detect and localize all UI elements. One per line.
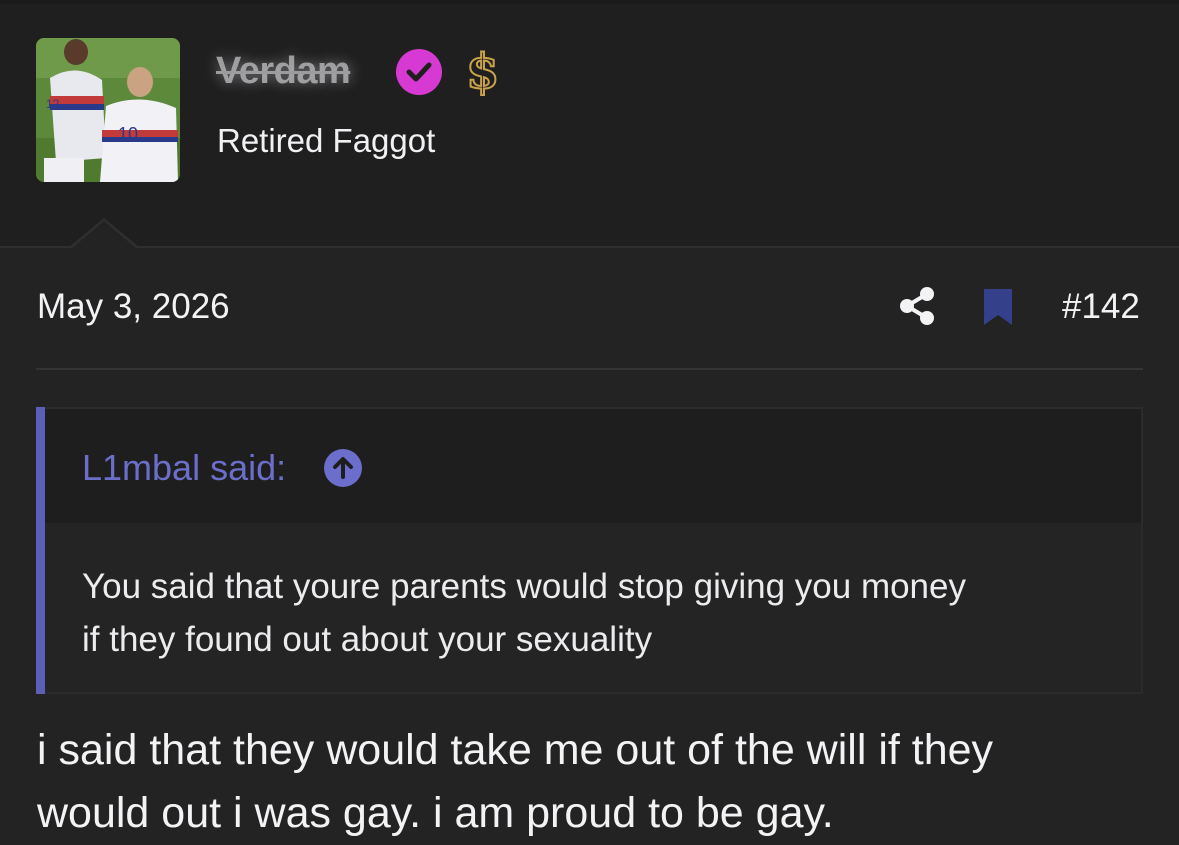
jump-to-quote-icon[interactable] [324,449,362,487]
message-line: i said that they would take me out of th… [37,726,994,774]
post-date[interactable]: May 3, 2026 [37,287,230,327]
quote-text: You said that youre parents would stop g… [82,560,1122,666]
svg-text:12: 12 [46,97,60,111]
message-line: would out i was gay. i am proud to be ga… [37,789,834,837]
meta-divider [36,368,1143,370]
share-icon[interactable] [898,286,936,326]
quote-line: You said that youre parents would stop g… [82,567,966,606]
verified-check-icon [396,49,442,95]
username[interactable]: Verdam [216,50,351,93]
header-pointer-fill [71,221,137,249]
quote-line: if they found out about your sexuality [82,620,653,659]
user-title: Retired Faggot [217,122,436,159]
message-body: i said that they would take me out of th… [37,719,1157,845]
post-number[interactable]: #142 [1062,287,1140,327]
dollar-icon: $ [465,43,500,101]
svg-text:10: 10 [118,124,138,144]
user-avatar[interactable]: 12 10 [36,38,180,182]
bookmark-icon[interactable] [984,289,1012,325]
quote-accent-bar [36,407,45,694]
quote-author[interactable]: L1mbal said: [82,447,286,489]
avatar-photo: 12 10 [36,38,180,182]
